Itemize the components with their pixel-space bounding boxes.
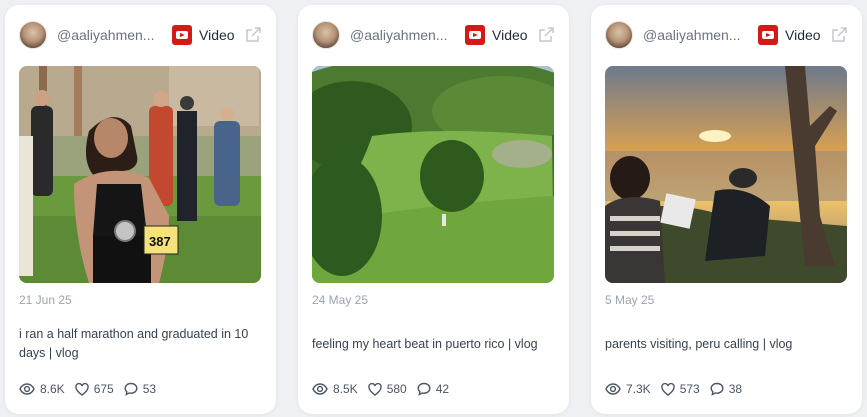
views-count: 7.3K: [626, 382, 651, 396]
likes-stat: 573: [660, 382, 700, 396]
views-stat: 7.3K: [605, 382, 651, 396]
views-stat: 8.5K: [312, 382, 358, 396]
heart-icon: [367, 382, 382, 396]
card-header: @aaliyahmen... Video: [5, 5, 276, 67]
username[interactable]: @aaliyahmen...: [57, 27, 165, 43]
svg-text:387: 387: [149, 234, 171, 249]
video-card[interactable]: @aaliyahmen... Video: [591, 5, 862, 414]
comment-icon: [710, 382, 724, 396]
comments-count: 53: [142, 382, 157, 396]
post-date: 24 May 25: [312, 293, 369, 307]
card-header: @aaliyahmen... Video: [591, 5, 862, 67]
platform-label: Video: [199, 27, 235, 43]
likes-stat: 580: [367, 382, 407, 396]
comments-stat: 42: [417, 382, 449, 396]
heart-icon: [660, 382, 675, 396]
comments-count: 42: [435, 382, 450, 396]
username[interactable]: @aaliyahmen...: [350, 27, 458, 43]
youtube-icon: [172, 25, 192, 45]
external-link-icon[interactable]: [537, 26, 555, 44]
card-header: @aaliyahmen... Video: [298, 5, 569, 67]
views-count: 8.5K: [333, 382, 358, 396]
eye-icon: [605, 383, 621, 395]
stats-row: 8.5K 580 42: [312, 380, 459, 398]
youtube-icon: [758, 25, 778, 45]
avatar[interactable]: [605, 21, 633, 49]
caption: feeling my heart beat in puerto rico | v…: [312, 337, 538, 351]
comments-stat: 38: [710, 382, 742, 396]
comment-icon: [417, 382, 431, 396]
heart-icon: [74, 382, 89, 396]
video-thumbnail[interactable]: [605, 66, 847, 283]
comments-stat: 53: [124, 382, 156, 396]
platform-label: Video: [785, 27, 821, 43]
username[interactable]: @aaliyahmen...: [643, 27, 751, 43]
post-date: 21 Jun 25: [19, 293, 72, 307]
post-date: 5 May 25: [605, 293, 655, 307]
video-card[interactable]: @aaliyahmen... Video: [5, 5, 276, 414]
stats-row: 8.6K 675 53: [19, 380, 166, 398]
youtube-icon: [465, 25, 485, 45]
comments-count: 38: [728, 382, 743, 396]
video-thumbnail[interactable]: 387: [19, 66, 261, 283]
external-link-icon[interactable]: [244, 26, 262, 44]
likes-count: 573: [679, 382, 700, 396]
comment-icon: [124, 382, 138, 396]
views-stat: 8.6K: [19, 382, 65, 396]
avatar[interactable]: [19, 21, 47, 49]
platform-label: Video: [492, 27, 528, 43]
likes-count: 675: [93, 382, 114, 396]
caption: parents visiting, peru calling | vlog: [605, 337, 793, 351]
likes-stat: 675: [74, 382, 114, 396]
likes-count: 580: [386, 382, 407, 396]
eye-icon: [19, 383, 35, 395]
external-link-icon[interactable]: [830, 26, 848, 44]
views-count: 8.6K: [40, 382, 65, 396]
video-thumbnail[interactable]: [312, 66, 554, 283]
avatar[interactable]: [312, 21, 340, 49]
video-card[interactable]: @aaliyahmen... Video 24 May 25 feeling m…: [298, 5, 569, 414]
stats-row: 7.3K 573 38: [605, 380, 752, 398]
eye-icon: [312, 383, 328, 395]
caption: i ran a half marathon and graduated in 1…: [19, 327, 249, 360]
